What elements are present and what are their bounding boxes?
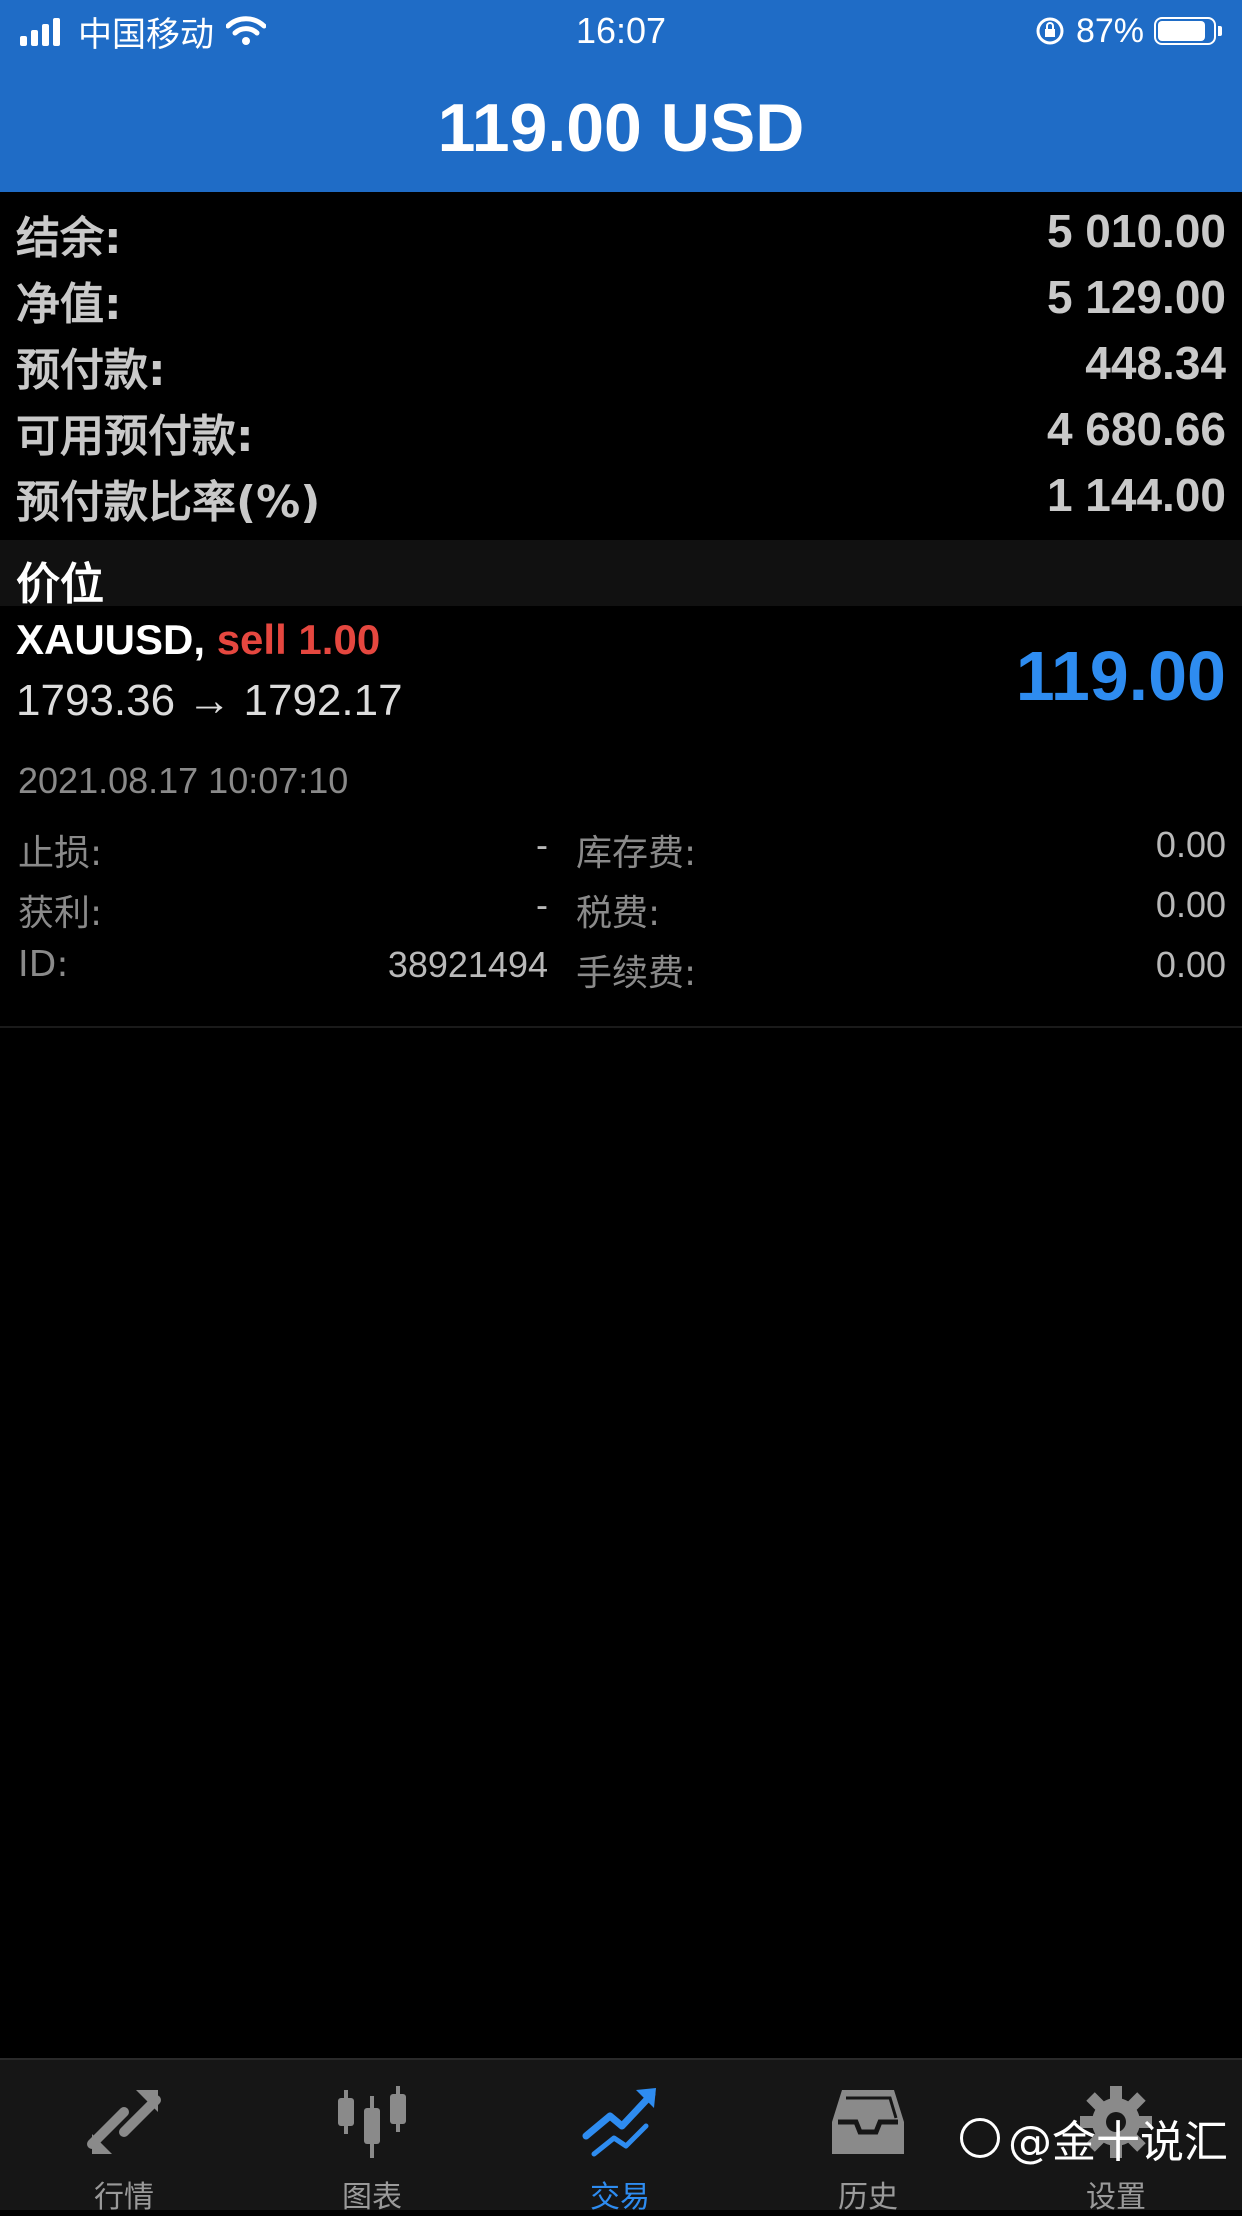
swap-label: 库存费: [576,833,697,874]
summary-row-balance: 结余: 5 010.00 [0,196,1242,264]
summary-value: 1 144.00 [1046,469,1226,521]
take-profit-value: - [536,884,548,925]
watermark: @金十说汇 [960,2106,1228,2170]
position-side: sell 1.00 [216,616,381,663]
status-bar: 中国移动 16:07 87% [0,0,1242,62]
summary-value: 448.34 [1085,337,1226,389]
position-symbol: XAUUSD, [16,616,206,663]
summary-label: 净值: [16,279,122,330]
watermark-text: @金十说汇 [1008,2117,1228,2168]
candlestick-chart-icon [338,2086,406,2158]
quotes-arrows-icon [87,2090,161,2154]
tab-label: 行情 [94,2180,154,2215]
watermark-logo-icon [960,2118,1000,2158]
tax-label: 税费: [576,893,661,934]
profit-total-title: 119.00 USD [437,90,805,166]
position-prices: 1793.36 → 1792.17 [16,676,403,725]
status-right: 87% [1034,8,1222,54]
position-profit: 119.00 [1015,637,1226,715]
swap-value: 0.00 [1155,824,1226,865]
positions-section-header: 价位 [0,540,1242,610]
position-header: XAUUSD, sell 1.00 [16,616,380,664]
battery-tip [1218,26,1222,36]
summary-label: 预付款比率(%) [16,477,321,528]
id-value: 38921494 [387,944,548,985]
position-open-time: 2021.08.17 10:07:10 [18,760,349,801]
detail-row: 获利: - 税费: 0.00 [0,884,1242,944]
summary-value: 5 129.00 [1046,271,1226,323]
tab-chart[interactable]: 图表 [248,2060,496,2215]
summary-row-equity: 净值: 5 129.00 [0,262,1242,330]
divider [0,1026,1242,1028]
history-inbox-icon [832,2090,904,2154]
tab-trade[interactable]: 交易 [496,2060,744,2215]
commission-value: 0.00 [1155,944,1226,985]
detail-row: 止损: - 库存费: 0.00 [0,824,1242,884]
detail-row: ID: 38921494 手续费: 0.00 [0,944,1242,1004]
tab-label: 历史 [838,2180,898,2215]
commission-label: 手续费: [576,953,697,994]
stop-loss-label: 止损: [18,833,103,874]
summary-row-margin: 预付款: 448.34 [0,328,1242,396]
tab-label: 图表 [342,2180,402,2215]
summary-value: 5 010.00 [1046,205,1226,257]
summary-value: 4 680.66 [1046,403,1226,455]
tab-label: 交易 [590,2180,650,2215]
account-summary: 结余: 5 010.00 净值: 5 129.00 预付款: 448.34 可用… [0,196,1242,528]
tax-value: 0.00 [1155,884,1226,925]
app-header: 中国移动 16:07 87% 119.00 USD [0,0,1242,192]
stop-loss-value: - [536,824,548,865]
id-label: ID: [18,944,69,985]
summary-row-margin-level: 预付款比率(%) 1 144.00 [0,460,1242,528]
summary-label: 结余: [16,213,122,264]
summary-label: 可用预付款: [16,411,254,462]
summary-label: 预付款: [16,345,166,396]
position-item[interactable]: XAUUSD, sell 1.00 1793.36 → 1792.17 119.… [0,606,1242,1026]
section-title: 价位 [16,559,104,610]
trade-trend-icon [582,2088,656,2157]
battery-percent: 87% [1075,11,1144,50]
battery-icon [1154,17,1216,45]
tab-label: 设置 [1086,2180,1146,2215]
summary-row-free-margin: 可用预付款: 4 680.66 [0,394,1242,462]
tab-history[interactable]: 历史 [744,2060,992,2215]
take-profit-label: 获利: [18,893,103,934]
rotation-lock-icon [1036,17,1064,45]
tab-quotes[interactable]: 行情 [0,2060,248,2215]
battery-fill [1158,21,1205,41]
